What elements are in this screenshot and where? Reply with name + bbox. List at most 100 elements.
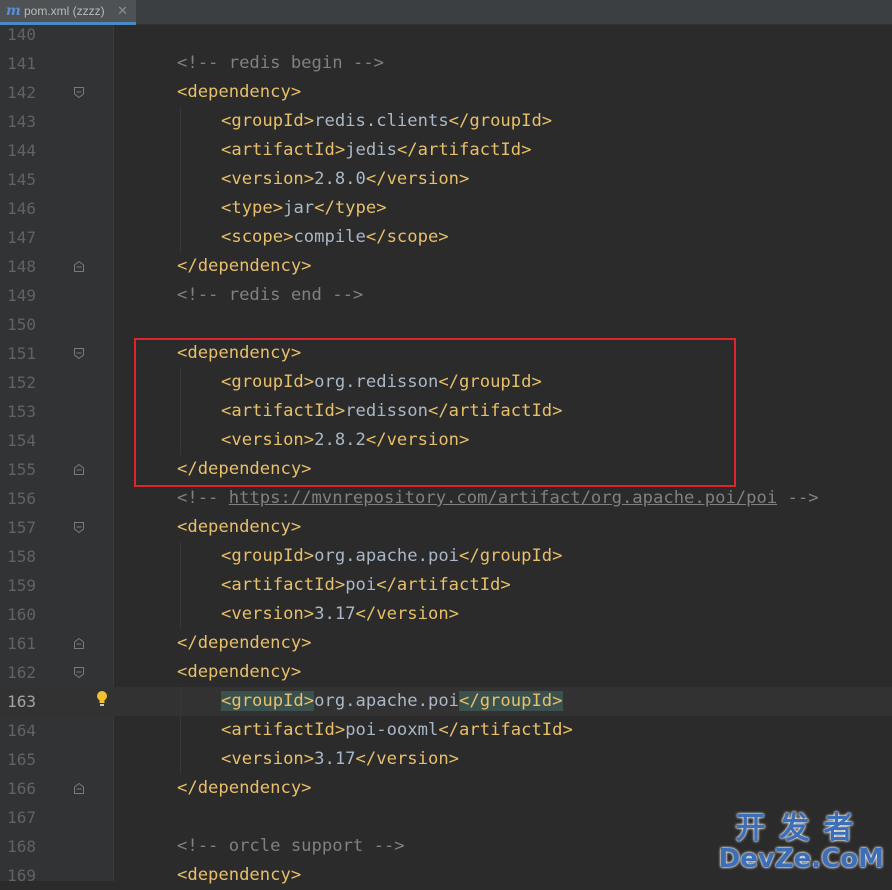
code-line[interactable]: 141 <!-- redis begin --> — [0, 49, 892, 78]
code-text: <!-- https://mvnrepository.com/artifact/… — [177, 484, 819, 513]
xml-tag: <dependency> — [177, 662, 302, 682]
code-text: </dependency> — [177, 252, 312, 281]
code-text: <dependency> — [177, 658, 301, 687]
code-line[interactable]: 146 <type>jar</type> — [0, 194, 892, 223]
code-line[interactable]: 150 — [0, 310, 892, 339]
watermark-logo: 开发者 DevZe.CoM — [719, 811, 884, 874]
line-number: 163 — [7, 692, 36, 711]
code-line[interactable]: 161 </dependency> — [0, 629, 892, 658]
code-line[interactable]: 158 <groupId>org.apache.poi</groupId> — [0, 542, 892, 571]
line-number: 153 — [7, 402, 36, 421]
xml-text: org.apache.poi — [314, 691, 460, 711]
code-line[interactable]: 157 <dependency> — [0, 513, 892, 542]
code-line[interactable]: 163 <groupId>org.apache.poi</groupId> — [0, 687, 892, 716]
intention-bulb-icon[interactable] — [95, 690, 109, 708]
fold-close-icon[interactable] — [73, 637, 85, 650]
xml-text: compile — [293, 227, 366, 247]
xml-tag: <version> — [221, 604, 315, 624]
line-number: 156 — [7, 489, 36, 508]
xml-tag: <dependency> — [177, 82, 302, 102]
line-number: 162 — [7, 663, 36, 682]
comment-link[interactable]: https://mvnrepository.com/artifact/org.a… — [229, 488, 777, 508]
xml-tag: <groupId> — [221, 546, 315, 566]
code-line[interactable]: 147 <scope>compile</scope> — [0, 223, 892, 252]
xml-tag: </dependency> — [177, 633, 312, 653]
xml-tag: </dependency> — [177, 778, 312, 798]
code-text: <artifactId>jedis</artifactId> — [221, 136, 531, 165]
line-number: 142 — [7, 83, 36, 102]
code-line[interactable]: 140 — [0, 20, 892, 49]
line-number: 148 — [7, 257, 36, 276]
xml-text: jar — [283, 198, 315, 218]
watermark-top-text: 开发者 — [735, 811, 868, 846]
code-text: <!-- redis begin --> — [177, 49, 384, 78]
line-number: 140 — [7, 25, 36, 44]
line-number: 147 — [7, 228, 36, 247]
xml-tag: </artifactId> — [376, 575, 511, 595]
line-number: 144 — [7, 141, 36, 160]
line-number: 166 — [7, 779, 36, 798]
xml-text: jedis — [345, 140, 397, 160]
code-text: <!-- orcle support --> — [177, 832, 405, 861]
code-text: <version>3.17</version> — [221, 745, 459, 774]
xml-tag: <scope> — [221, 227, 294, 247]
xml-tag: </dependency> — [177, 256, 312, 276]
line-number: 155 — [7, 460, 36, 479]
indent-guide — [180, 368, 181, 455]
code-line[interactable]: 162 <dependency> — [0, 658, 892, 687]
xml-tag: </version> — [355, 604, 460, 624]
line-number: 158 — [7, 547, 36, 566]
xml-text: 3.17 — [314, 749, 356, 769]
line-number: 168 — [7, 837, 36, 856]
code-line[interactable]: 156 <!-- https://mvnrepository.com/artifa… — [0, 484, 892, 513]
xml-tag: </version> — [355, 749, 460, 769]
xml-tag: </artifactId> — [438, 720, 573, 740]
xml-tag: </artifactId> — [396, 140, 532, 160]
xml-comment: <!-- redis end --> — [177, 285, 364, 305]
indent-guide — [180, 542, 181, 629]
xml-text: org.apache.poi — [314, 546, 460, 566]
code-line[interactable]: 142 <dependency> — [0, 78, 892, 107]
xml-text: redis.clients — [314, 111, 449, 131]
code-line[interactable]: 160 <version>3.17</version> — [0, 600, 892, 629]
code-line[interactable]: 164 <artifactId>poi-ooxml</artifactId> — [0, 716, 892, 745]
fold-close-icon[interactable] — [73, 463, 85, 476]
code-text: <version>3.17</version> — [221, 600, 459, 629]
xml-tag: <version> — [221, 169, 315, 189]
fold-open-icon[interactable] — [73, 347, 85, 360]
fold-open-icon[interactable] — [73, 666, 85, 679]
xml-comment: <!-- redis begin --> — [177, 53, 384, 73]
close-icon[interactable]: ✕ — [117, 4, 128, 19]
annotation-highlight-box — [134, 338, 736, 487]
xml-comment: <!-- orcle support --> — [177, 836, 405, 856]
code-line[interactable]: 149 <!-- redis end --> — [0, 281, 892, 310]
line-number: 141 — [7, 54, 36, 73]
code-line[interactable]: 166 </dependency> — [0, 774, 892, 803]
line-number: 161 — [7, 634, 36, 653]
xml-tag: <dependency> — [177, 865, 302, 885]
code-line[interactable]: 165 <version>3.17</version> — [0, 745, 892, 774]
fold-open-icon[interactable] — [73, 86, 85, 99]
xml-tag: <type> — [221, 198, 284, 218]
xml-tag: <artifactId> — [221, 140, 346, 160]
fold-open-icon[interactable] — [73, 521, 85, 534]
code-line[interactable]: 148 </dependency> — [0, 252, 892, 281]
code-text: </dependency> — [177, 774, 312, 803]
line-number: 169 — [7, 866, 36, 885]
xml-tag: </version> — [365, 169, 470, 189]
xml-tag: </type> — [314, 198, 387, 218]
code-text: <dependency> — [177, 513, 301, 542]
fold-close-icon[interactable] — [73, 260, 85, 273]
line-number: 160 — [7, 605, 36, 624]
line-number: 154 — [7, 431, 36, 450]
line-number: 164 — [7, 721, 36, 740]
code-line[interactable]: 144 <artifactId>jedis</artifactId> — [0, 136, 892, 165]
code-line[interactable]: 145 <version>2.8.0</version> — [0, 165, 892, 194]
line-number: 150 — [7, 315, 36, 334]
line-number: 146 — [7, 199, 36, 218]
code-line[interactable]: 159 <artifactId>poi</artifactId> — [0, 571, 892, 600]
code-line[interactable]: 143 <groupId>redis.clients</groupId> — [0, 107, 892, 136]
code-text: <dependency> — [177, 861, 301, 890]
xml-tag: </groupId> — [459, 546, 563, 566]
fold-close-icon[interactable] — [73, 782, 85, 795]
